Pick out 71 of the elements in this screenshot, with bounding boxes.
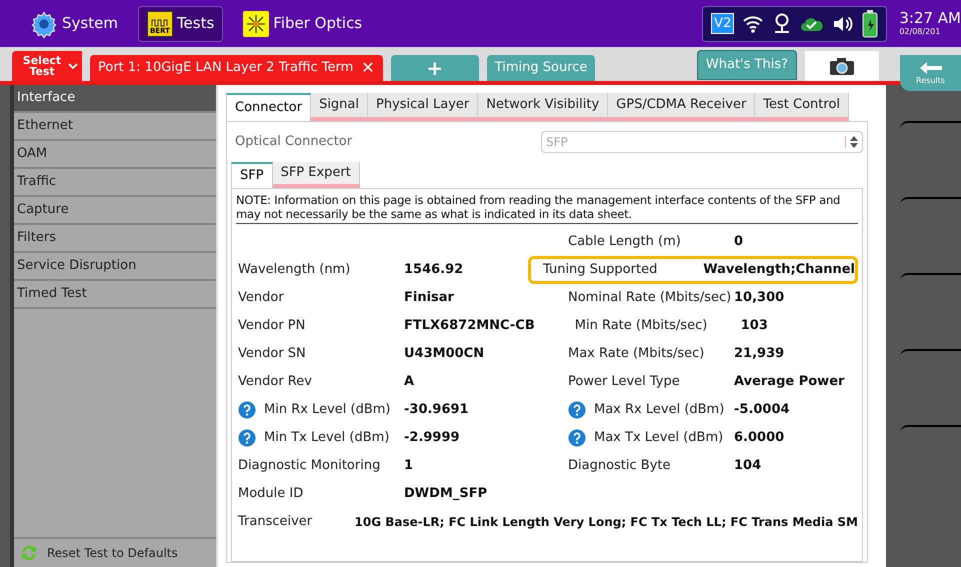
status-badge: V2 <box>711 12 734 34</box>
app-tab[interactable]: System <box>22 6 126 42</box>
page-tab[interactable]: GPS/CDMA Receiver <box>608 93 756 121</box>
field-label: Vendor PN <box>238 317 306 336</box>
page-tab[interactable]: Network Visibility <box>478 93 608 121</box>
battery-icon <box>862 10 878 38</box>
field-value: FTLX6872MNC-CB <box>404 317 535 336</box>
close-icon[interactable]: ✕ <box>361 56 375 80</box>
help-icon[interactable] <box>238 429 256 447</box>
field-label: Cable Length (m) <box>568 233 681 252</box>
updown-caret-icon <box>850 136 858 148</box>
sub-tab[interactable]: SFP Expert <box>272 162 360 188</box>
gear-icon <box>30 10 58 38</box>
field-label: Max Tx Level (dBm) <box>594 429 724 448</box>
camera-icon <box>829 56 855 76</box>
field-value: -2.9999 <box>404 429 460 448</box>
field-value: Wavelength;Channel <box>703 261 855 280</box>
field-label: Power Level Type <box>568 373 680 392</box>
field-label: Diagnostic Monitoring <box>238 457 380 476</box>
field-label: Max Rx Level (dBm) <box>594 401 724 420</box>
clock-date: 02/08/201 <box>899 28 942 36</box>
starburst-icon <box>243 10 270 36</box>
field-label: Module ID <box>238 485 304 504</box>
field-label: Diagnostic Byte <box>568 457 671 476</box>
field-label: Vendor SN <box>238 345 306 364</box>
back-arrow-icon <box>918 61 942 75</box>
field-value: 0 <box>734 233 744 252</box>
page-tab[interactable]: Physical Layer <box>368 93 478 121</box>
page-tab[interactable]: Connector <box>226 93 312 121</box>
field-label: Tuning Supported <box>543 261 658 280</box>
sub-tab[interactable]: SFP <box>231 162 273 188</box>
field-value: A <box>404 373 414 392</box>
field-label: Min Rx Level (dBm) <box>264 401 390 420</box>
field-value: DWDM_SFP <box>404 485 488 504</box>
field-value: Average Power <box>734 373 844 392</box>
field-value: Finisar <box>404 289 454 308</box>
help-icon[interactable] <box>568 429 586 447</box>
optical-connector-label: Optical Connector <box>235 133 352 152</box>
field-value: 104 <box>734 457 762 476</box>
help-icon[interactable] <box>238 401 256 419</box>
test-tab[interactable]: Port 1: 10GigE LAN Layer 2 Traffic Term ✕ <box>90 55 383 81</box>
camera-button[interactable] <box>805 51 879 81</box>
select-test-button[interactable]: Select Test <box>12 51 82 81</box>
page-tab[interactable]: Signal <box>311 93 368 121</box>
field-value: 103 <box>740 317 768 336</box>
field-value: 6.0000 <box>734 429 784 448</box>
field-value: 1546.92 <box>404 261 464 280</box>
field-label: Vendor Rev <box>238 373 312 392</box>
field-label: Transceiver <box>238 513 314 532</box>
field-value: 10G Base-LR; FC Link Length Very Long; FC Tx Tech LL; FC Trans Media SM <box>354 514 858 531</box>
field-label: Nominal Rate (Mbits/sec) <box>568 289 732 308</box>
refresh-icon <box>19 543 39 563</box>
field-label: Vendor <box>238 289 284 308</box>
field-label: Min Tx Level (dBm) <box>264 429 390 448</box>
field-label: Min Rate (Mbits/sec) <box>574 317 708 336</box>
wifi-icon <box>742 14 764 34</box>
field-value: 10,300 <box>734 289 784 308</box>
field-value: 21,939 <box>734 345 784 364</box>
clock-time: 3:27 AM <box>899 11 961 26</box>
field-value: 1 <box>404 457 414 476</box>
page-tab[interactable]: Test Control <box>755 93 850 121</box>
help-icon[interactable] <box>568 401 586 419</box>
field-value: -5.0004 <box>734 401 790 420</box>
note-text: NOTE: Information on this page is obtained from reading the management interface contents of the SFP and may not necessarily be the same as what is indicated in its data sheet. <box>236 193 858 224</box>
chevron-down-icon <box>68 62 78 70</box>
sidebar-item[interactable]: Interface <box>14 85 216 113</box>
field-label: Wavelength (nm) <box>238 261 350 280</box>
field-value: U43M00CN <box>404 345 484 364</box>
field-label: Max Rate (Mbits/sec) <box>568 345 704 364</box>
field-value: -30.9691 <box>404 401 469 420</box>
app-tab[interactable]: Fiber Optics <box>235 6 370 42</box>
